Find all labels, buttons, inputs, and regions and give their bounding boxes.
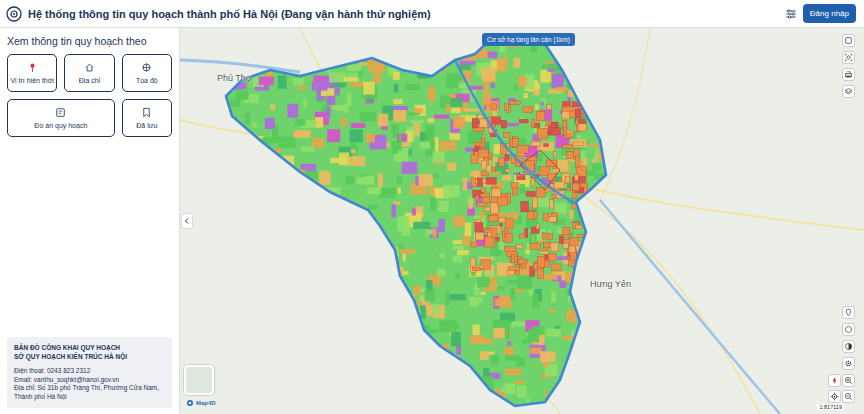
focus-icon — [844, 53, 853, 62]
gear-icon — [844, 359, 853, 368]
map-label: Hưng Yên — [590, 279, 631, 289]
sidebar: Xem thông tin quy hoạch theo Vị trí hiện … — [0, 28, 180, 414]
map-tool-button[interactable] — [842, 34, 855, 47]
main: Xem thông tin quy hoạch theo Vị trí hiện … — [0, 28, 864, 414]
attribution: Map4D — [186, 399, 216, 407]
page-title: Hệ thống thông tin quy hoạch thành phố H… — [28, 8, 779, 20]
basemap-switcher[interactable] — [184, 365, 214, 395]
contact-title: BẢN ĐỒ CÔNG KHAI QUY HOẠCH — [14, 344, 165, 353]
locate-icon — [830, 392, 839, 401]
map-plan-icon — [55, 107, 66, 118]
view-option-button[interactable]: Địa chỉ — [64, 54, 114, 92]
panel-icon — [844, 36, 853, 45]
crosshair-icon — [141, 62, 152, 73]
map4d-logo-icon — [186, 399, 194, 407]
contact-line: Email: vanthu_soqhkt@hanoi.gov.vn — [14, 376, 165, 385]
map-tool-button[interactable] — [842, 374, 855, 387]
view-option-button[interactable]: Tọa độ — [122, 54, 172, 92]
option-label: Vị trí hiện thời — [10, 77, 54, 84]
map-tool-button[interactable] — [842, 68, 855, 81]
settings-sliders-icon[interactable] — [785, 8, 797, 20]
view-option-button[interactable]: Đã lưu — [122, 99, 172, 137]
zoom-out-icon — [844, 392, 853, 401]
contact-line: Điện thoại: 0243 823 2312 — [14, 367, 165, 376]
sidebar-heading: Xem thông tin quy hoạch theo — [7, 35, 172, 47]
map-tool-button[interactable] — [842, 340, 855, 353]
attribution-text: Map4D — [196, 400, 216, 406]
map-tool-button[interactable] — [828, 374, 841, 387]
option-label: Đã lưu — [136, 122, 157, 129]
print-icon — [844, 70, 853, 79]
contrast-icon — [844, 342, 853, 351]
map-tool-button[interactable] — [842, 390, 855, 403]
contact-org: SỞ QUY HOẠCH KIẾN TRÚC HÀ NỘI — [14, 353, 165, 362]
map-tool-button[interactable] — [828, 390, 841, 403]
zoom-in-icon — [844, 376, 853, 385]
view-option-button[interactable]: Vị trí hiện thời — [7, 54, 57, 92]
layers-icon — [844, 87, 853, 96]
logo-icon — [6, 6, 22, 22]
header: Hệ thống thông tin quy hoạch thành phố H… — [0, 0, 864, 28]
compass-icon — [830, 376, 839, 385]
option-label: Tọa độ — [136, 77, 158, 84]
collapse-sidebar-button[interactable] — [182, 214, 192, 228]
map-tool-button[interactable] — [842, 306, 855, 319]
bookmark-icon — [141, 107, 152, 118]
map-scale: 1:817119 — [817, 404, 844, 410]
option-label: Đồ án quy hoạch — [34, 122, 87, 129]
nearby-infrastructure-button[interactable]: Cơ sở hạ tầng lân cận (1km) — [482, 33, 575, 46]
marker-icon — [844, 308, 853, 317]
option-label: Địa chỉ — [79, 77, 100, 84]
view-options: Vị trí hiện thời Địa chỉ Tọa độ Đồ án quy h… — [7, 54, 172, 137]
map-tool-button[interactable] — [842, 51, 855, 64]
home-icon — [84, 62, 95, 73]
map-tool-button[interactable] — [842, 85, 855, 98]
contact-box: BẢN ĐỒ CÔNG KHAI QUY HOẠCHSỞ QUY HOẠCH K… — [7, 337, 172, 408]
view-option-button[interactable]: Đồ án quy hoạch — [7, 99, 115, 137]
chevron-left-icon — [183, 217, 191, 225]
contact-line: Địa chỉ: Số 31b phố Tràng Thi, Phường Cử… — [14, 384, 165, 402]
map-tool-button[interactable] — [842, 323, 855, 336]
login-button[interactable]: Đăng nhập — [803, 4, 856, 23]
map-canvas[interactable] — [180, 28, 864, 414]
planning-map[interactable]: Cơ sở hạ tầng lân cận (1km) Phú Thọ Hưng Y… — [180, 28, 864, 414]
map-label: Hà Nội — [513, 170, 531, 176]
map-label: Phú Thọ — [217, 73, 251, 83]
cube-3d-icon — [844, 325, 853, 334]
map-tool-button[interactable] — [842, 357, 855, 370]
location-pin-icon — [27, 62, 38, 73]
